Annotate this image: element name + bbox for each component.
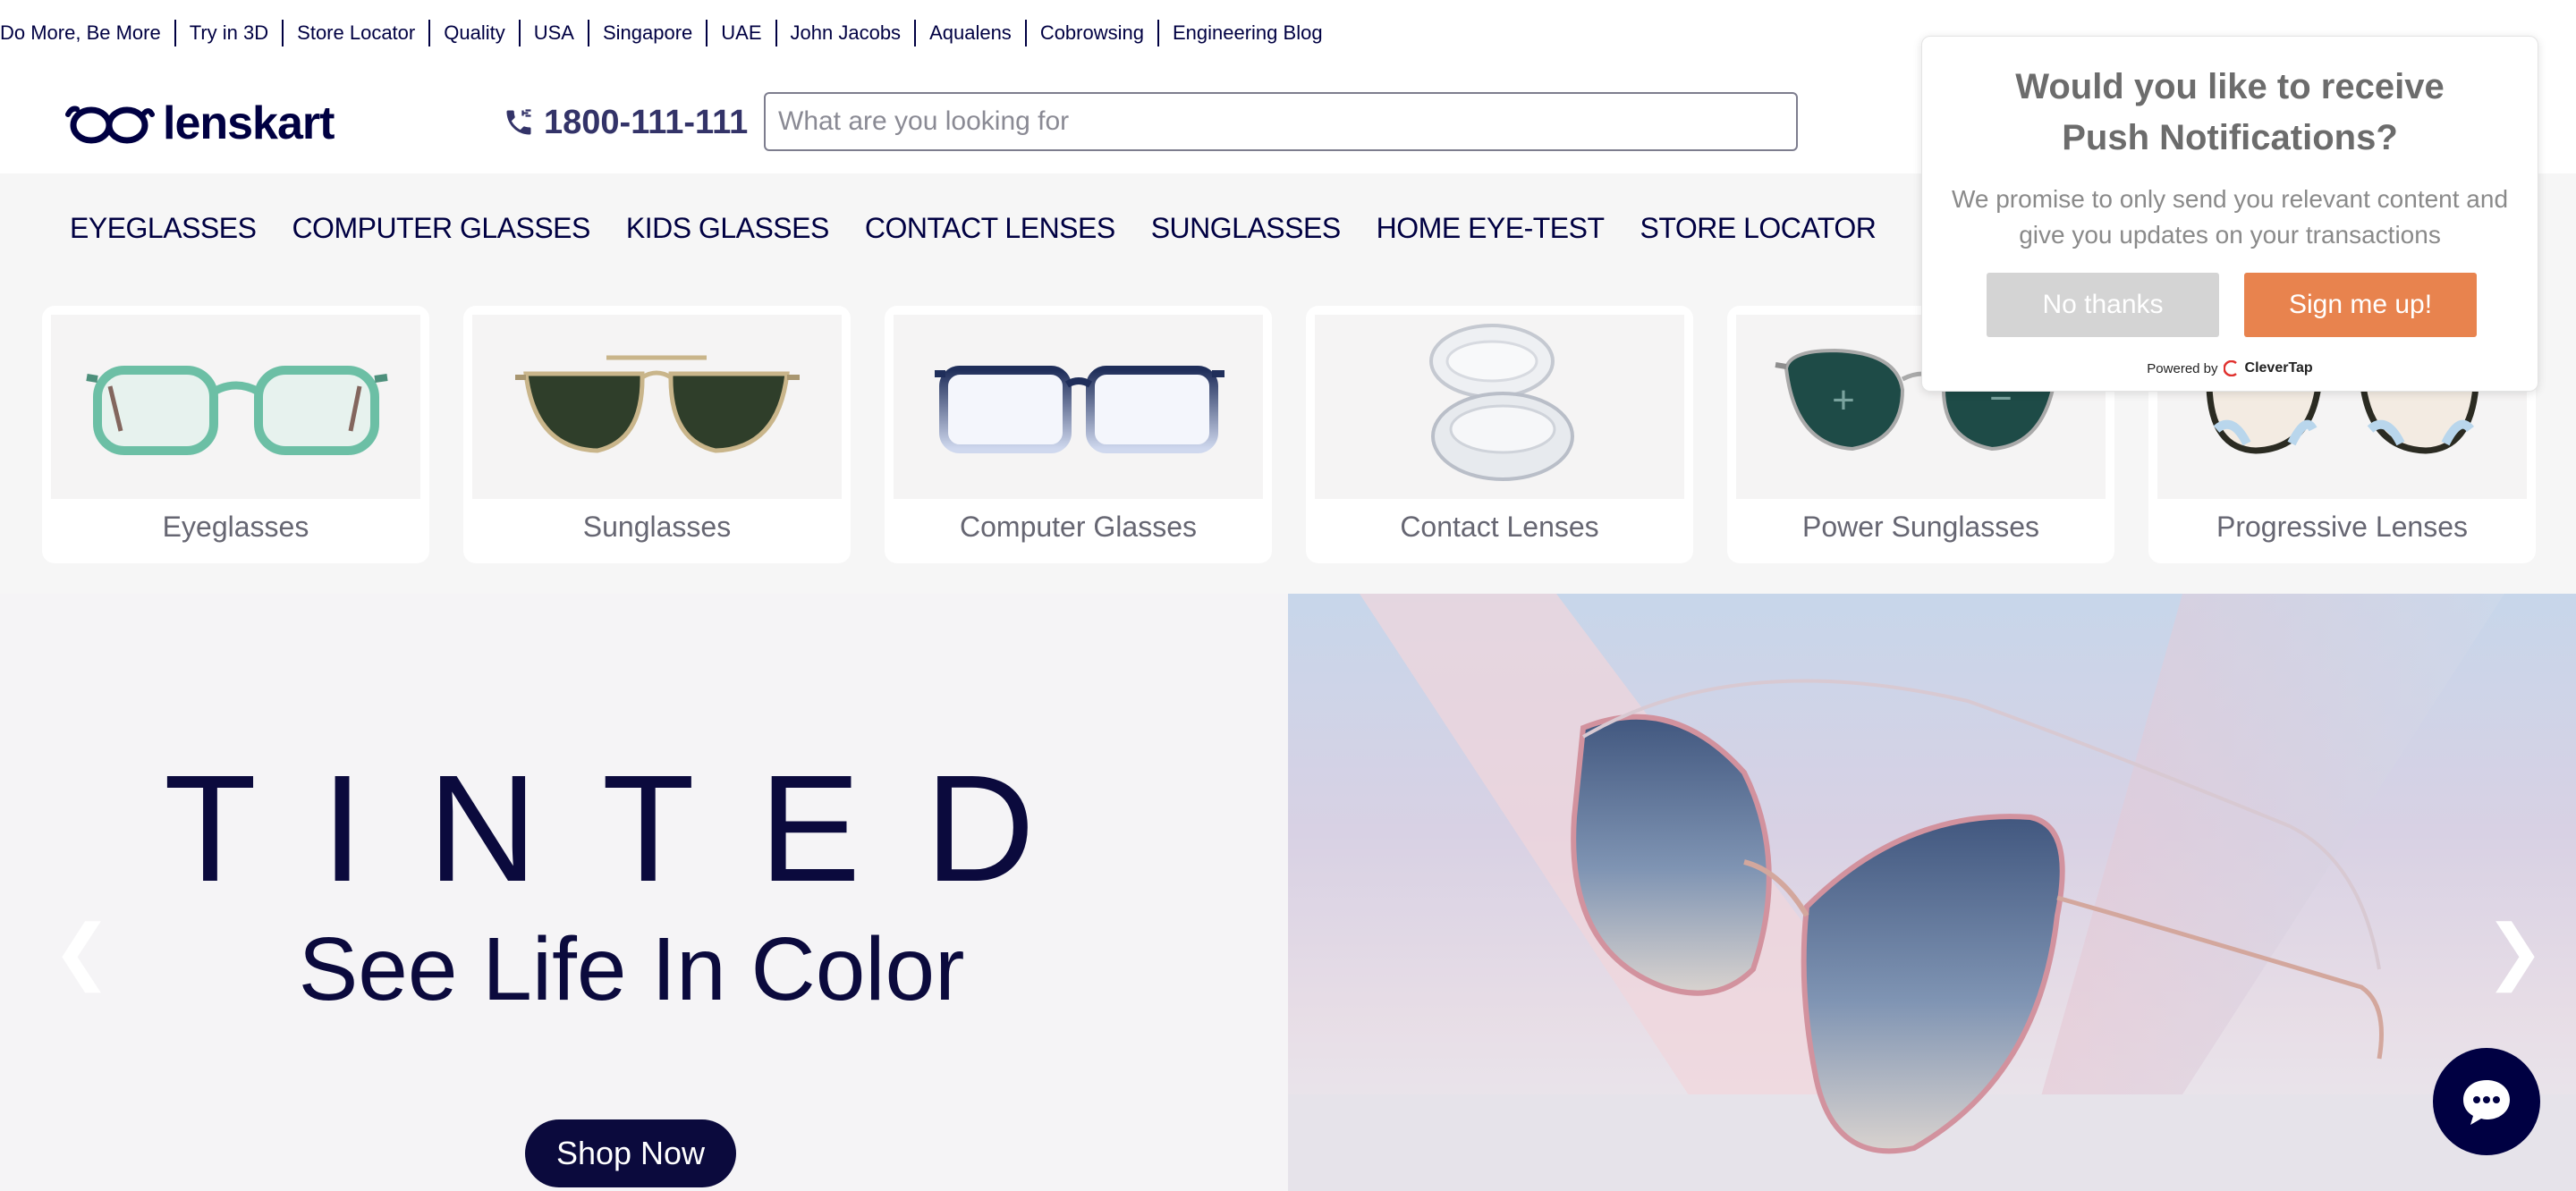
logo-text: lenskart: [163, 97, 335, 149]
category-label: Eyeglasses: [162, 511, 309, 543]
popup-title-line2: Push Notifications?: [2062, 118, 2398, 157]
no-thanks-button[interactable]: No thanks: [1987, 273, 2219, 337]
carousel-prev-button[interactable]: ❮: [52, 916, 112, 987]
nav-sunglasses[interactable]: SUNGLASSES: [1151, 212, 1341, 245]
top-link-try-3d[interactable]: Try in 3D: [174, 20, 282, 46]
top-link-store-locator[interactable]: Store Locator: [282, 20, 428, 46]
hero-subtitle: See Life In Color: [298, 919, 965, 1019]
popup-title-line1: Would you like to receive: [2015, 67, 2445, 106]
powered-by-label: Powered by: [2147, 360, 2218, 376]
top-link-uae[interactable]: UAE: [706, 20, 775, 46]
category-card-sunglasses[interactable]: Sunglasses: [463, 306, 851, 563]
top-link-john-jacobs[interactable]: John Jacobs: [775, 20, 915, 46]
carousel-next-button[interactable]: ❯: [2485, 916, 2545, 987]
clevertap-name: CleverTap: [2244, 360, 2313, 376]
shop-now-button[interactable]: Shop Now: [525, 1119, 736, 1187]
svg-text:+: +: [1832, 378, 1855, 422]
nav-computer-glasses[interactable]: COMPUTER GLASSES: [292, 212, 590, 245]
category-card-contact-lenses[interactable]: Contact Lenses: [1306, 306, 1693, 563]
search-input[interactable]: [764, 92, 1798, 151]
nav-eyeglasses[interactable]: EYEGLASSES: [70, 212, 257, 245]
top-link-do-more[interactable]: Do More, Be More: [0, 20, 174, 46]
category-card-eyeglasses[interactable]: Eyeglasses: [42, 306, 429, 563]
chat-button[interactable]: [2433, 1048, 2540, 1155]
phone-number: 1800-111-111: [544, 103, 749, 141]
chevron-left-icon: ❮: [52, 911, 113, 991]
contact-lenses-image: [1315, 315, 1684, 499]
phone-contact[interactable]: 1800-111-111: [503, 100, 748, 145]
nav-contact-lenses[interactable]: CONTACT LENSES: [865, 212, 1115, 245]
top-link-engineering-blog[interactable]: Engineering Blog: [1157, 20, 1336, 46]
chevron-right-icon: ❯: [2485, 911, 2546, 991]
eyeglasses-image: [51, 315, 420, 499]
hero-sunglasses-image: [1288, 594, 2576, 1191]
top-link-singapore[interactable]: Singapore: [587, 20, 706, 46]
push-notification-popup: Would you like to receive Push Notificat…: [1921, 36, 2538, 392]
hero-text-panel: TINTED See Life In Color Shop Now: [0, 594, 1288, 1191]
top-link-quality[interactable]: Quality: [428, 20, 518, 46]
top-link-usa[interactable]: USA: [518, 20, 588, 46]
sign-me-up-button[interactable]: Sign me up!: [2244, 273, 2477, 337]
category-label: Progressive Lenses: [2216, 511, 2469, 543]
logo-glasses-icon: [65, 106, 155, 144]
popup-body: We promise to only send you relevant con…: [1951, 185, 2509, 249]
category-label: Sunglasses: [582, 511, 732, 543]
hero-banner[interactable]: TINTED See Life In Color Shop Now ❮ ❯: [0, 594, 2576, 1191]
category-label: Contact Lenses: [1400, 511, 1599, 543]
computer-glasses-image: [894, 315, 1263, 499]
category-card-computer-glasses[interactable]: Computer Glasses: [885, 306, 1272, 563]
hero-title: TINTED: [164, 744, 1099, 914]
category-label: Computer Glasses: [960, 511, 1197, 543]
clevertap-logo-icon: [2223, 360, 2237, 376]
sunglasses-image: [472, 315, 842, 499]
category-label: Power Sunglasses: [1801, 511, 2040, 543]
nav-kids-glasses[interactable]: KIDS GLASSES: [626, 212, 829, 245]
top-link-cobrowsing[interactable]: Cobrowsing: [1024, 20, 1157, 46]
phone-icon: [506, 109, 531, 135]
top-links-bar: Do More, Be More Try in 3D Store Locator…: [0, 20, 1336, 46]
top-link-aqualens[interactable]: Aqualens: [914, 20, 1025, 46]
chat-icon: [2463, 1080, 2510, 1125]
nav-store-locator[interactable]: STORE LOCATOR: [1640, 212, 1877, 245]
nav-home-eye-test[interactable]: HOME EYE-TEST: [1377, 212, 1605, 245]
powered-by: Powered by CleverTap: [1922, 360, 2538, 376]
popup-title: Would you like to receive Push Notificat…: [1922, 62, 2538, 164]
lenskart-logo[interactable]: lenskart: [64, 97, 335, 149]
